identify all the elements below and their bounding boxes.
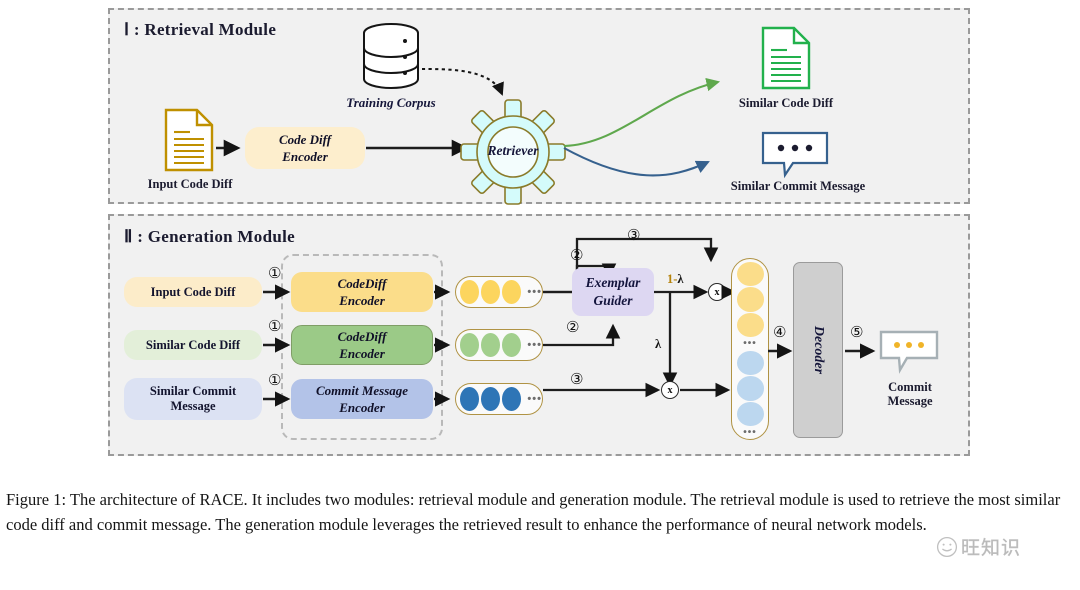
lambda-label: λ [655, 337, 661, 352]
input-pill-label-2: Similar Commit Message [149, 384, 237, 413]
one-minus-prefix: 1- [667, 272, 678, 286]
multiply-node-upper: x [708, 283, 726, 301]
doc-to-encoder-arrow [216, 139, 241, 157]
multiply-node-lower: x [661, 381, 679, 399]
encoder1-line1: CodeDiff [337, 329, 387, 344]
encoder2-to-tokens-arrow [434, 391, 451, 407]
input-pill-label-0: Input Code Diff [150, 284, 236, 299]
encoder2-line1: Commit Message [315, 383, 409, 398]
encoder0-to-tokens-arrow [434, 284, 451, 300]
step-number-3a: ③ [627, 226, 641, 244]
code-diff-encoder-line2: Encoder [282, 149, 328, 164]
retrieval-module-title: Ⅰ : Retrieval Module [124, 20, 277, 39]
codediff-encoder-input[interactable]: CodeDiff Encoder [291, 272, 433, 312]
encoder0-line1: CodeDiff [337, 276, 387, 291]
token-dot [481, 280, 501, 304]
input-code-diff-label: Input Code Diff [147, 177, 233, 191]
step-number-2b: ② [566, 318, 580, 336]
token-dot [502, 333, 522, 357]
token-ellipsis-1: ••• [527, 339, 542, 351]
encoder1-line2: Encoder [339, 346, 385, 361]
stack-dot [736, 287, 764, 312]
watermark-text: 旺知识 [961, 537, 1022, 559]
token-dot [460, 280, 480, 304]
figure-caption: Figure 1: The architecture of RACE. It i… [6, 490, 1061, 534]
token-ellipsis-0: ••• [527, 286, 542, 298]
commit-message-encoder[interactable]: Commit Message Encoder [291, 379, 433, 419]
codediff-encoder-similar[interactable]: CodeDiff Encoder [291, 325, 433, 365]
fused-representation-stack: ••• ••• [731, 258, 769, 440]
stack-dot [736, 376, 764, 401]
input-pill-similar-commit-message[interactable]: Similar Commit Message [124, 378, 262, 420]
generation-module-title: Ⅱ : Generation Module [124, 227, 295, 246]
stack-dot [736, 262, 764, 287]
step-number-1b: ① [268, 317, 282, 335]
encoder0-line2: Encoder [339, 293, 385, 308]
step-number-5: ⑤ [850, 323, 864, 341]
similar-commit-message-bubble-icon [761, 131, 829, 179]
token-dot [481, 333, 501, 357]
token-row-similar-code-diff: ••• [455, 329, 543, 361]
commit-message-output-label: Commit Message [869, 380, 951, 408]
similar-code-diff-document-icon [761, 26, 811, 90]
step-number-3b: ③ [570, 370, 584, 388]
retriever-label: Retriever [487, 143, 539, 158]
encoder2-line2: Encoder [339, 400, 385, 415]
lambda-symbol-1: λ [677, 272, 684, 286]
stack-dot [736, 312, 764, 338]
code-diff-encoder-line1: Code Diff [278, 132, 332, 147]
stack-dot [736, 401, 764, 427]
exemplar-guider-box[interactable]: Exemplar Guider [572, 268, 654, 316]
commit-tokens-to-multiply-line [543, 382, 661, 398]
multiply-symbol-lower: x [667, 384, 673, 396]
token-dot [502, 280, 522, 304]
step-number-1a: ① [268, 264, 282, 282]
token-ellipsis-2: ••• [527, 393, 542, 405]
stack-ellipsis-0: ••• [743, 338, 757, 350]
lower-multiply-to-stack-arrow [680, 382, 731, 398]
stack-ellipsis-1: ••• [743, 427, 757, 439]
figure-canvas: Ⅰ : Retrieval Module Training Corpus Inp… [0, 0, 1080, 590]
similar-code-diff-label: Similar Code Diff [738, 96, 834, 110]
multiply-symbol-upper: x [714, 286, 720, 298]
commit-message-output-line1: Commit [888, 380, 932, 394]
guider-line2: Guider [593, 293, 633, 308]
token-dot [460, 387, 480, 411]
input-pill-similar-code-diff[interactable]: Similar Code Diff [124, 330, 262, 360]
similar-tokens-to-guider-line [543, 323, 621, 347]
step-number-2a: ② [570, 246, 584, 264]
encoder1-to-tokens-arrow [434, 337, 451, 353]
one-minus-lambda-label: 1-λ [667, 272, 684, 287]
step-number-4: ④ [773, 323, 787, 341]
decoder-box[interactable]: Decoder [793, 262, 843, 438]
commit-message-output-line2: Message [887, 394, 933, 408]
guider-line1: Exemplar [585, 275, 641, 290]
decoder-label: Decoder [811, 325, 826, 375]
commit-message-bubble-icon [879, 330, 939, 374]
watermark: 旺知识 [936, 533, 1021, 560]
token-row-input-code-diff: ••• [455, 276, 543, 308]
smiley-face-icon [936, 536, 958, 557]
decoder-to-output-arrow [845, 343, 876, 359]
token-row-similar-commit-message: ••• [455, 383, 543, 415]
step-number-1c: ① [268, 371, 282, 389]
similar-commit-message-label: Similar Commit Message [730, 179, 866, 193]
input-pill-label-1: Similar Code Diff [145, 337, 241, 352]
stack-dot [736, 351, 764, 376]
token-dot [502, 387, 522, 411]
token-dot [460, 333, 480, 357]
input-pill-input-code-diff[interactable]: Input Code Diff [124, 277, 262, 307]
database-icon [363, 23, 419, 89]
input-code-diff-document-icon [164, 108, 214, 172]
token-dot [481, 387, 501, 411]
lambda-symbol-2: λ [655, 337, 662, 351]
code-diff-encoder-retrieval[interactable]: Code Diff Encoder [245, 127, 365, 169]
